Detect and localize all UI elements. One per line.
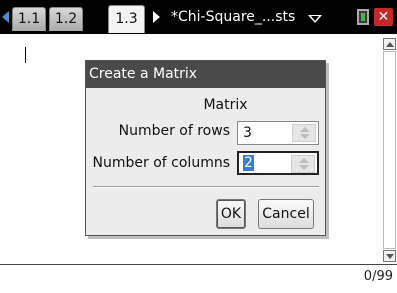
- right-arrow-icon[interactable]: [153, 11, 160, 23]
- columns-spinner[interactable]: [291, 155, 315, 173]
- entry-line[interactable]: 0/99: [0, 264, 397, 293]
- chevron-down-icon[interactable]: [308, 15, 322, 23]
- increment-icon[interactable]: [300, 127, 310, 132]
- increment-icon[interactable]: [299, 158, 309, 163]
- tab-1-1[interactable]: 1.1: [12, 7, 46, 31]
- tab-bar: 1.1 1.2 1.3 *Chi-Square_...sts ✕: [0, 0, 397, 34]
- rows-value: 3: [243, 125, 252, 141]
- create-matrix-dialog: Create a Matrix Matrix Number of rows 3 …: [85, 60, 326, 236]
- dialog-title: Create a Matrix: [86, 61, 325, 88]
- scroll-track[interactable]: [383, 51, 396, 249]
- cancel-button[interactable]: Cancel: [258, 199, 314, 229]
- document-title[interactable]: *Chi-Square_...sts: [171, 9, 295, 25]
- rows-label: Number of rows: [118, 123, 230, 139]
- columns-label: Number of columns: [92, 155, 230, 171]
- scroll-down-icon[interactable]: [383, 250, 396, 262]
- scrollbar[interactable]: [383, 38, 397, 262]
- scroll-up-icon[interactable]: [383, 38, 396, 50]
- decrement-icon[interactable]: [299, 165, 309, 170]
- columns-field[interactable]: 2: [237, 151, 319, 175]
- rows-field[interactable]: 3: [237, 121, 319, 145]
- dialog-divider: [93, 186, 319, 188]
- tab-1-2[interactable]: 1.2: [49, 7, 83, 31]
- decrement-icon[interactable]: [300, 134, 310, 139]
- text-cursor: [25, 47, 26, 63]
- tab-1-3[interactable]: 1.3: [108, 5, 145, 33]
- battery-icon: [357, 9, 369, 25]
- history-counter: 0/99: [363, 269, 393, 284]
- rows-spinner[interactable]: [292, 124, 316, 142]
- left-arrow-icon[interactable]: [2, 11, 9, 23]
- dialog-subtitle: Matrix: [203, 97, 248, 113]
- columns-value: 2: [243, 155, 254, 171]
- ok-button[interactable]: OK: [216, 199, 246, 229]
- close-icon[interactable]: ✕: [374, 8, 393, 26]
